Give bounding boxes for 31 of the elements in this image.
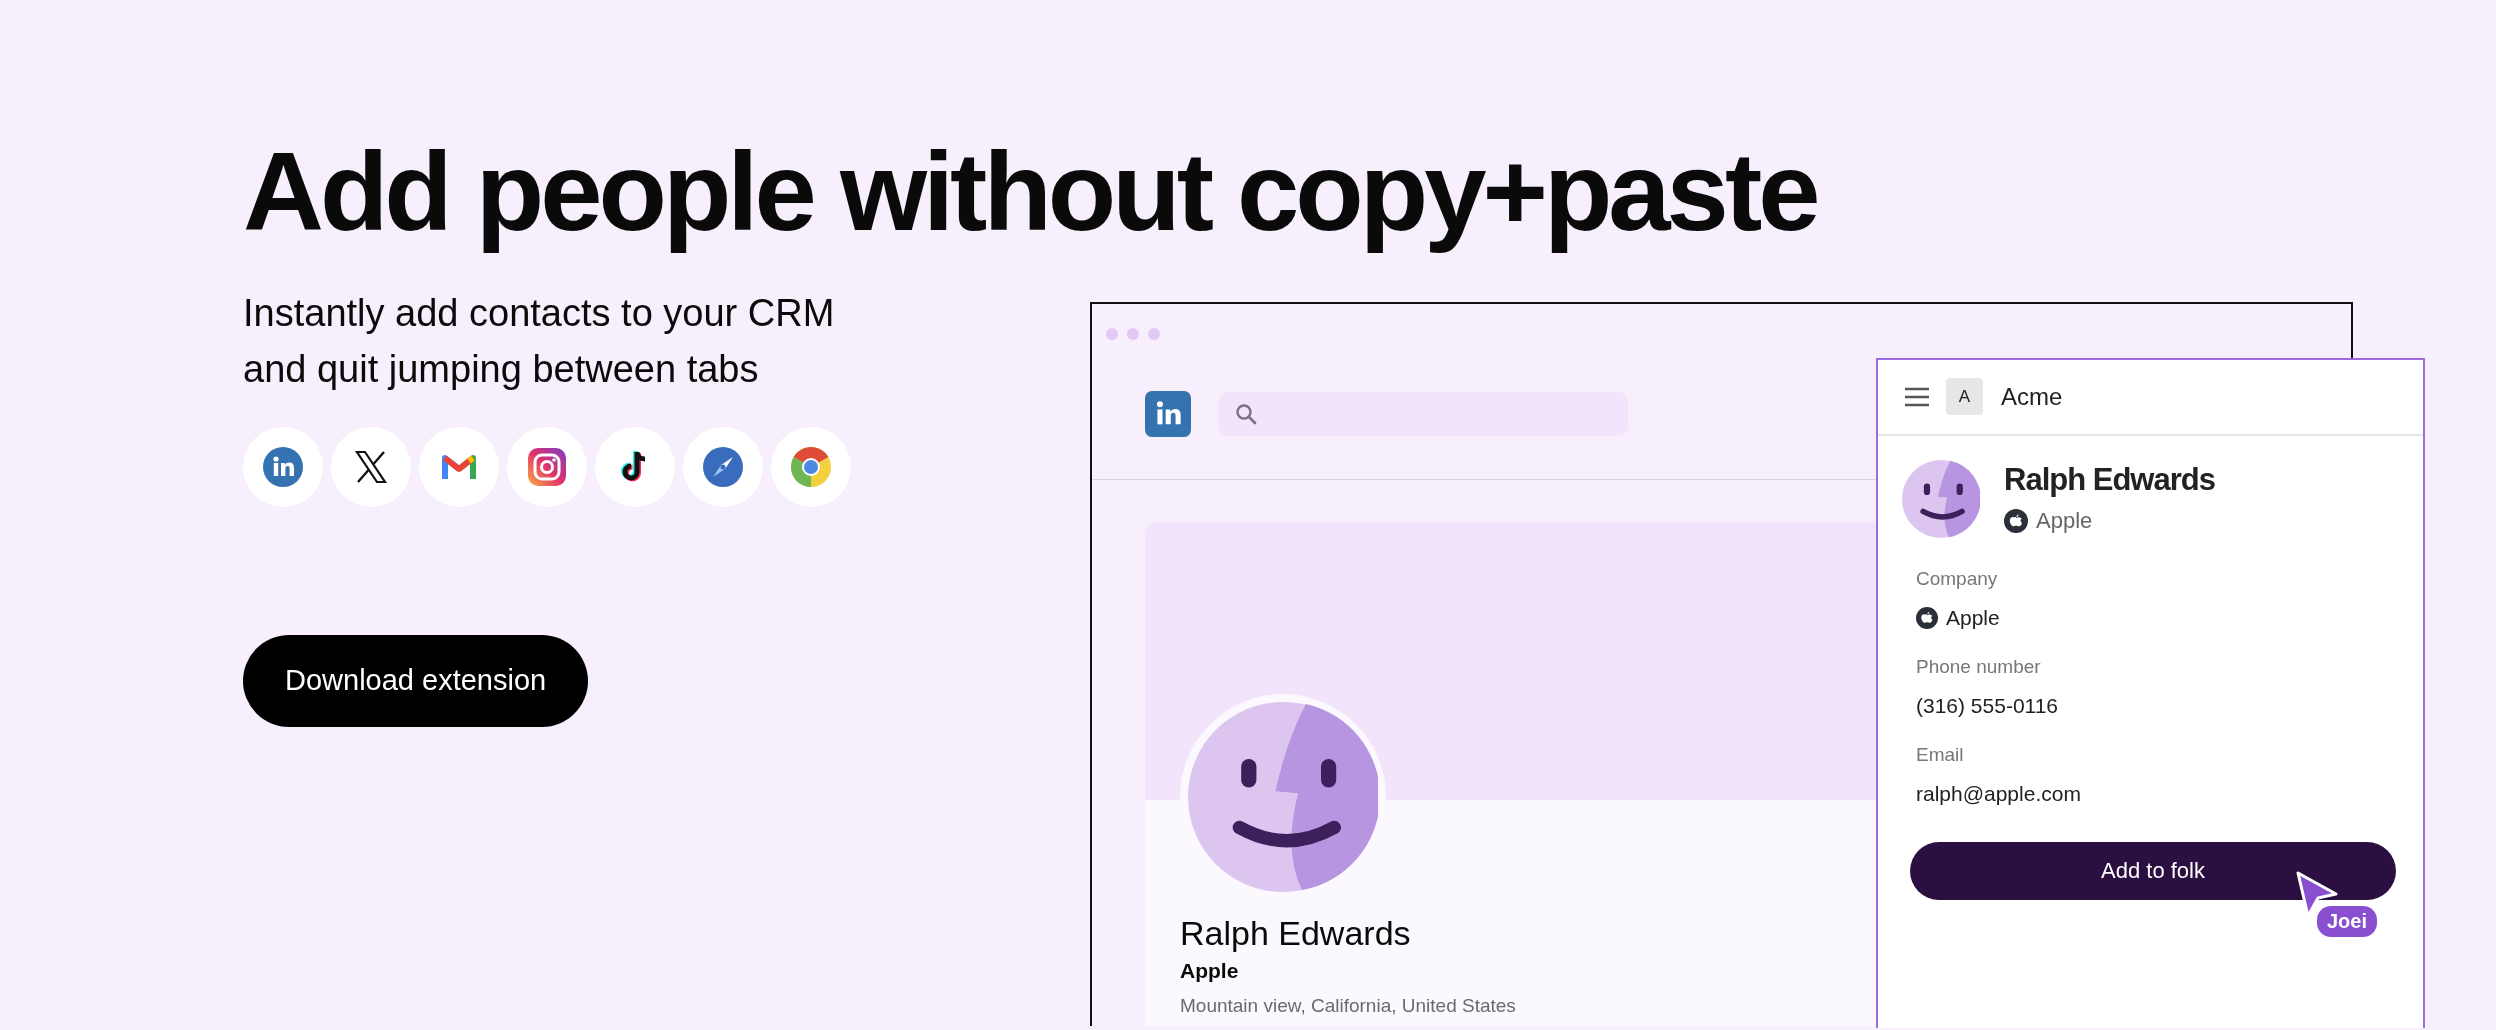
download-button[interactable]: Download extension [243,634,589,727]
profile-company: Apple [1180,958,1239,983]
workspace-avatar: A [1946,378,1983,416]
profile-name: Ralph Edwards [1180,913,1411,953]
chrome-icon [791,446,831,487]
workspace-name: Acme [2001,382,2063,411]
linkedin-icon [263,446,303,487]
field-value: (316) 555-0116 [1916,693,2059,718]
apple-logo-icon [2004,508,2028,533]
field-value: Apple [1946,605,2000,630]
window-dot [1127,327,1139,340]
linkedin-icon [1145,391,1191,438]
search-field[interactable] [1218,392,1628,437]
compass-icon [703,446,743,487]
cursor-name-tag: Joei [2317,905,2378,937]
field-label: Company [1916,567,1999,590]
headline: Add people without copy+paste [243,128,1818,256]
apple-logo-icon [1916,606,1938,629]
camera-icon [527,446,567,487]
field-label: Phone number [1916,655,2042,678]
search-icon [1234,402,1258,427]
window-dot [1148,327,1160,340]
profile-location: Mountain view, California, United States [1180,994,1516,1017]
field-label: Email [1916,743,1965,766]
window-dot [1106,327,1118,340]
contact-company: Apple [2036,507,2093,534]
add-button[interactable]: Add to folk [1910,841,2396,900]
contact-name: Ralph Edwards [2004,461,2215,498]
subheadline: Instantly add contacts to your CRM and quit jumping between tabs [243,290,836,392]
menu-icon [1904,386,1930,407]
field-value: ralph@apple.com [1916,781,2081,806]
